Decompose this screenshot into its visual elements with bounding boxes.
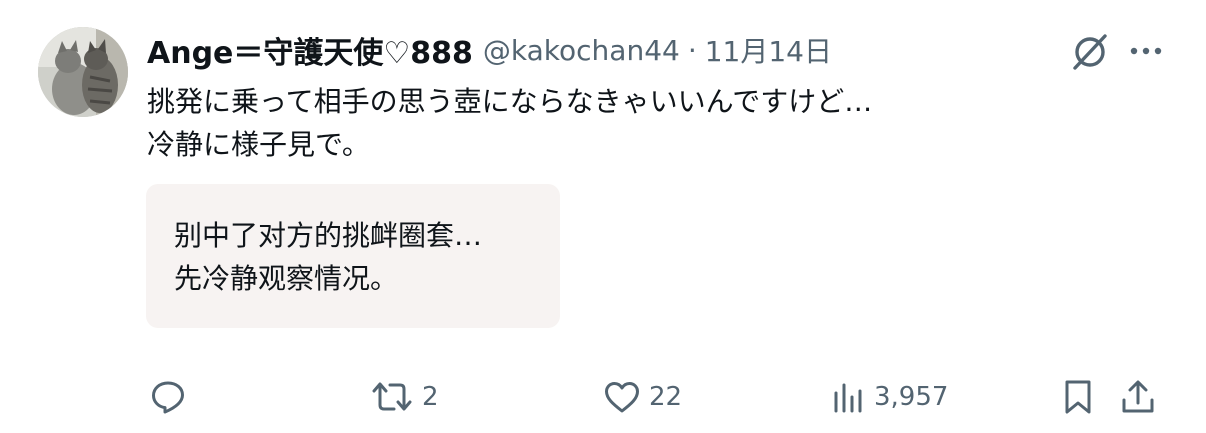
user-handle[interactable]: @kakochan44 bbox=[483, 34, 680, 67]
more-icon[interactable] bbox=[1127, 34, 1165, 68]
reply-button[interactable] bbox=[150, 376, 194, 418]
reply-icon bbox=[152, 381, 184, 414]
tweet-line: 冷静に様子見で。 bbox=[147, 128, 370, 161]
translation-box: 别中了对方的挑衅圈套… 先冷静观察情况。 bbox=[146, 184, 560, 328]
bookmark-icon bbox=[1065, 380, 1091, 414]
tweet-card[interactable]: Ange＝守護天使♡888 @kakochan44 · 11月14日 挑発に乗っ… bbox=[0, 0, 1206, 433]
separator-dot: · bbox=[687, 33, 697, 67]
like-button[interactable]: 22 bbox=[603, 376, 682, 418]
like-count: 22 bbox=[649, 382, 683, 412]
like-icon bbox=[605, 382, 639, 413]
tweet-text: 挑発に乗って相手の思う壺にならなきゃいいんですけど… 冷静に様子見で。 bbox=[147, 80, 1157, 166]
retweet-button[interactable]: 2 bbox=[370, 376, 439, 418]
retweet-icon bbox=[372, 382, 412, 411]
view-count: 3,957 bbox=[874, 382, 949, 412]
views-icon bbox=[834, 383, 862, 413]
tweet-header: Ange＝守護天使♡888 @kakochan44 · 11月14日 bbox=[147, 28, 832, 72]
translation-text: 别中了对方的挑衅圈套… 先冷静观察情况。 bbox=[174, 214, 482, 300]
views-button[interactable]: 3,957 bbox=[832, 376, 948, 418]
tweet-line: 挑発に乗って相手の思う壺にならなきゃいいんですけど… bbox=[147, 85, 873, 118]
avatar[interactable] bbox=[38, 27, 128, 117]
share-icon bbox=[1122, 380, 1154, 413]
grok-icon[interactable] bbox=[1070, 32, 1110, 72]
bookmark-button[interactable] bbox=[1062, 376, 1094, 418]
avatar-image bbox=[38, 27, 128, 117]
display-name[interactable]: Ange＝守護天使♡888 bbox=[147, 28, 473, 72]
post-date[interactable]: 11月14日 bbox=[705, 30, 832, 70]
translation-line: 先冷静观察情况。 bbox=[174, 262, 399, 295]
share-button[interactable] bbox=[1120, 376, 1156, 418]
translation-line: 别中了对方的挑衅圈套… bbox=[174, 219, 483, 252]
retweet-count: 2 bbox=[422, 382, 439, 412]
